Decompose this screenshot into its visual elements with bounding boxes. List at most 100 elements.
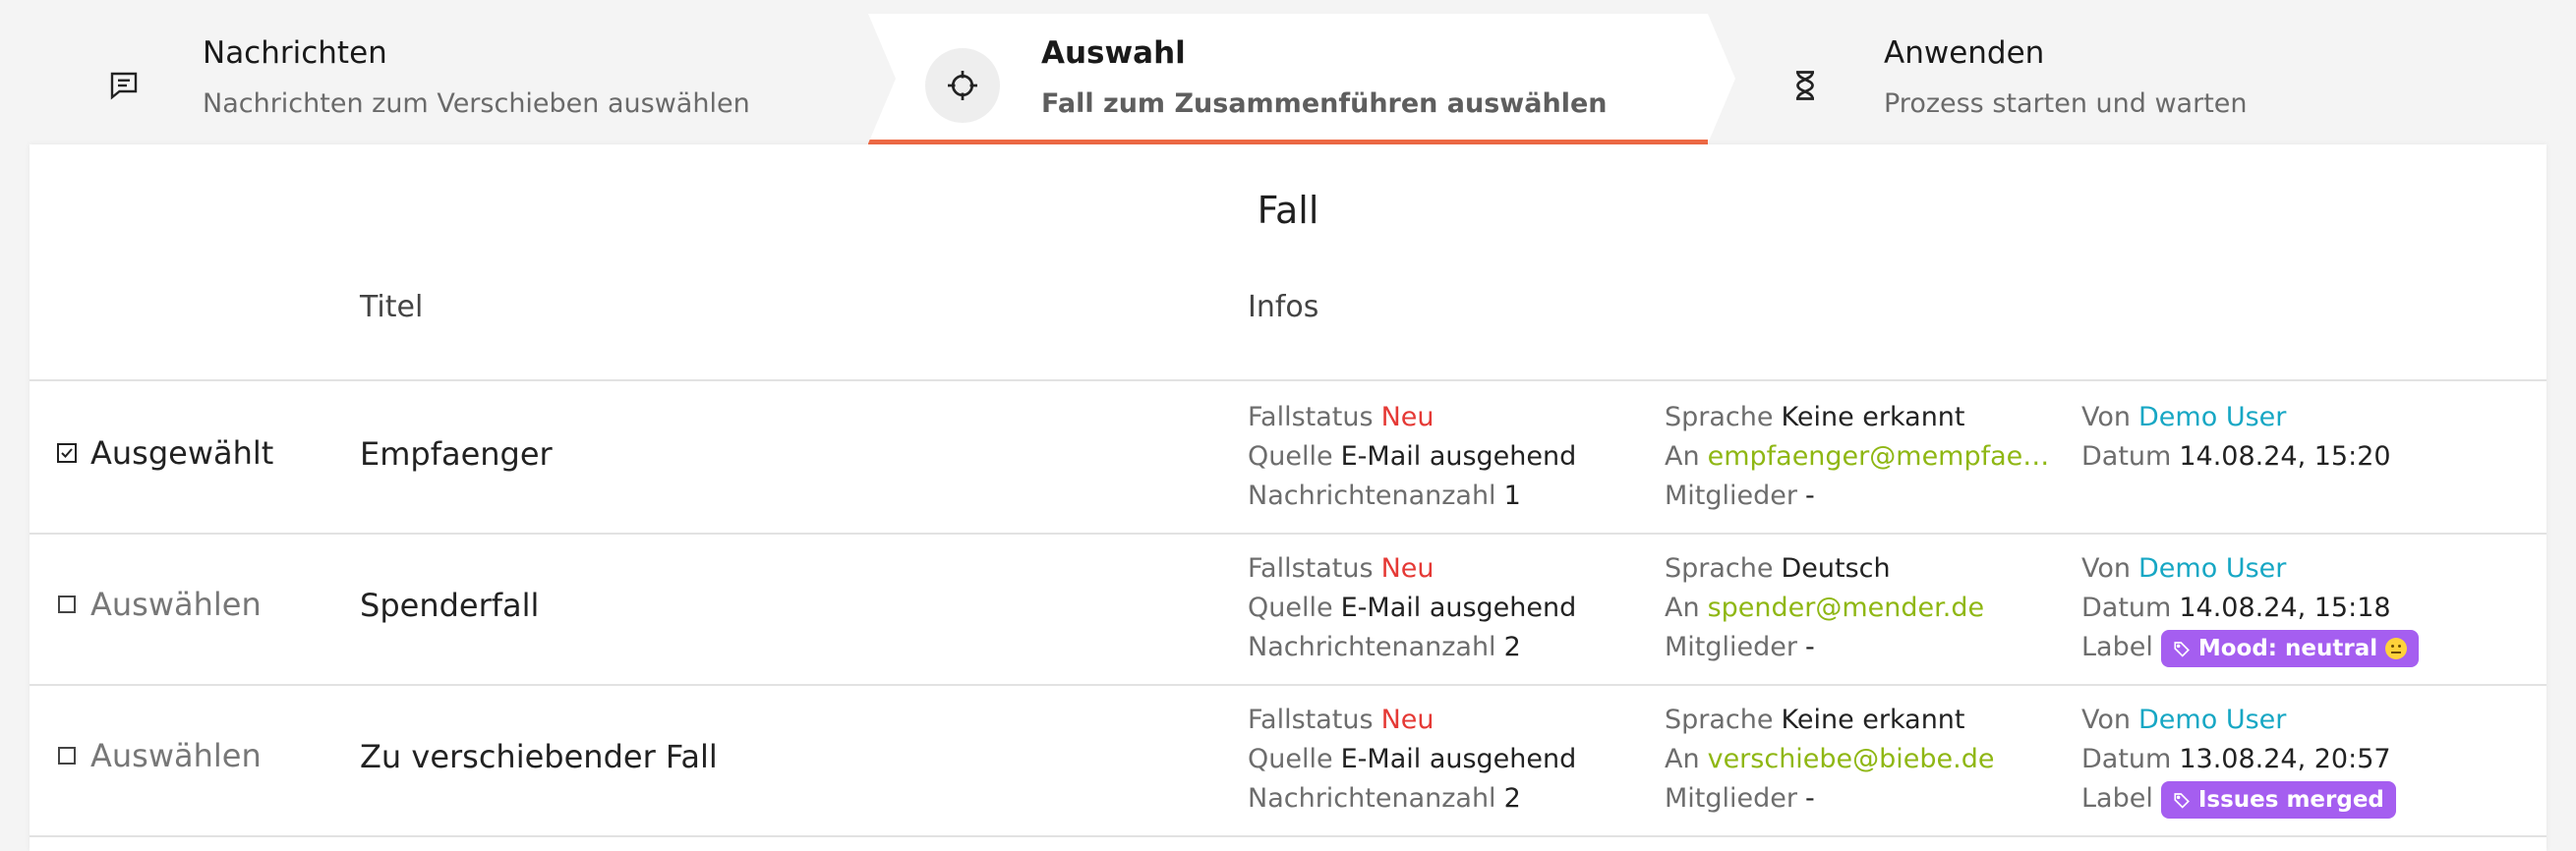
message-count-value: 2 bbox=[1503, 783, 1521, 814]
table-row[interactable]: Auswählen Spenderfall Fallstatus Neu Quel… bbox=[29, 535, 2547, 686]
crosshair-icon bbox=[925, 48, 1000, 123]
info-label: Mitglieder bbox=[1665, 481, 1797, 511]
info-label: Label Issues merged bbox=[2081, 779, 2396, 819]
info-label: Sprache bbox=[1665, 402, 1774, 432]
info-datum: Datum 13.08.24, 20:57 bbox=[2081, 740, 2391, 779]
case-title: Zu verschiebender Fall bbox=[360, 738, 718, 775]
label-badge[interactable]: Mood: neutral bbox=[2160, 629, 2420, 667]
message-count-value: 1 bbox=[1503, 481, 1521, 511]
info-label: Label bbox=[2081, 632, 2153, 662]
select-case-toggle[interactable]: Auswählen bbox=[55, 737, 262, 774]
message-count-value: 2 bbox=[1503, 632, 1521, 662]
date-value: 14.08.24, 15:18 bbox=[2179, 593, 2391, 623]
info-fallstatus: Fallstatus Neu bbox=[1248, 398, 1434, 437]
case-selection-card: Fall Titel Infos Ausgewählt Empfaenger F… bbox=[29, 144, 2547, 851]
info-label: Fallstatus bbox=[1248, 553, 1374, 584]
language-value: Deutsch bbox=[1781, 553, 1891, 584]
info-mitglieder: Mitglieder - bbox=[1665, 477, 1815, 516]
info-label: Von bbox=[2081, 553, 2132, 584]
info-label: Nachrichtenanzahl bbox=[1248, 632, 1496, 662]
badge-text: Mood: neutral bbox=[2197, 635, 2378, 661]
badge-text: Issues merged bbox=[2197, 786, 2384, 813]
case-title: Spenderfall bbox=[360, 587, 540, 624]
recipient-email-link[interactable]: empfaenger@mempfaenger.de bbox=[1708, 437, 2052, 477]
tag-icon bbox=[2174, 641, 2190, 657]
card-title: Fall bbox=[1257, 189, 1319, 232]
table-row[interactable]: Ausgewählt Empfaenger Fallstatus Neu Quel… bbox=[29, 383, 2547, 535]
select-label: Auswählen bbox=[90, 586, 262, 623]
user-link[interactable]: Demo User bbox=[2138, 402, 2286, 432]
hourglass-icon bbox=[1768, 48, 1843, 123]
info-an: An spender@mender.de bbox=[1665, 589, 1984, 628]
step-subtitle: Nachrichten zum Verschieben auswählen bbox=[203, 88, 750, 119]
info-label: Label bbox=[2081, 783, 2153, 814]
table-row[interactable]: Auswählen Zu verschiebender Fall Fallsta… bbox=[29, 686, 2547, 837]
case-title: Empfaenger bbox=[360, 435, 553, 473]
info-label: Nachrichtenanzahl bbox=[1248, 481, 1496, 511]
info-sprache: Sprache Deutsch bbox=[1665, 549, 1891, 589]
info-quelle: Quelle E-Mail ausgehend bbox=[1248, 589, 1576, 628]
language-value: Keine erkannt bbox=[1781, 402, 1965, 432]
select-label: Auswählen bbox=[90, 737, 262, 774]
info-label: Nachrichtenanzahl bbox=[1248, 783, 1496, 814]
info-an: An empfaenger@mempfaenger.de bbox=[1665, 437, 2052, 477]
info-label: An bbox=[1665, 744, 1700, 774]
recipient-email-link[interactable]: verschiebe@biebe.de bbox=[1708, 740, 1995, 779]
info-fallstatus: Fallstatus Neu bbox=[1248, 701, 1434, 740]
status-value: Neu bbox=[1380, 402, 1434, 432]
info-label: An bbox=[1665, 593, 1700, 623]
step-subtitle: Fall zum Zusammenführen auswählen bbox=[1041, 88, 1608, 119]
info-quelle: Quelle E-Mail ausgehend bbox=[1248, 437, 1576, 477]
step-title: Anwenden bbox=[1884, 35, 2045, 71]
info-label: Mitglieder bbox=[1665, 632, 1797, 662]
date-value: 13.08.24, 20:57 bbox=[2179, 744, 2391, 774]
members-value: - bbox=[1805, 783, 1815, 814]
info-von: Von Demo User bbox=[2081, 701, 2286, 740]
info-label: Sprache bbox=[1665, 553, 1774, 584]
step-anwenden[interactable]: Anwenden Prozess starten und warten bbox=[1711, 14, 2556, 144]
step-separator bbox=[1708, 14, 1735, 143]
info-von: Von Demo User bbox=[2081, 398, 2286, 437]
info-label: Quelle bbox=[1248, 593, 1333, 623]
info-nachrichtenanzahl: Nachrichtenanzahl 1 bbox=[1248, 477, 1521, 516]
step-auswahl[interactable]: Auswahl Fall zum Zusammenführen auswähle… bbox=[868, 14, 1708, 144]
source-value: E-Mail ausgehend bbox=[1340, 441, 1577, 472]
table-header bbox=[29, 321, 2547, 381]
step-title: Auswahl bbox=[1041, 35, 1186, 71]
select-case-toggle[interactable]: Auswählen bbox=[55, 586, 262, 623]
source-value: E-Mail ausgehend bbox=[1340, 593, 1577, 623]
user-link[interactable]: Demo User bbox=[2138, 705, 2286, 735]
neutral-face-icon bbox=[2385, 637, 2408, 659]
info-mitglieder: Mitglieder - bbox=[1665, 628, 1815, 667]
date-value: 14.08.24, 15:20 bbox=[2179, 441, 2391, 472]
info-quelle: Quelle E-Mail ausgehend bbox=[1248, 740, 1576, 779]
source-value: E-Mail ausgehend bbox=[1340, 744, 1577, 774]
info-datum: Datum 14.08.24, 15:20 bbox=[2081, 437, 2391, 477]
info-label: Datum bbox=[2081, 593, 2172, 623]
members-value: - bbox=[1805, 632, 1815, 662]
info-label: Fallstatus bbox=[1248, 402, 1374, 432]
info-label: Quelle bbox=[1248, 744, 1333, 774]
info-nachrichtenanzahl: Nachrichtenanzahl 2 bbox=[1248, 779, 1521, 819]
recipient-email-link[interactable]: spender@mender.de bbox=[1708, 589, 1985, 628]
checkbox-checked-icon bbox=[57, 443, 77, 463]
info-label: Von bbox=[2081, 402, 2132, 432]
info-sprache: Sprache Keine erkannt bbox=[1665, 701, 1965, 740]
info-sprache: Sprache Keine erkannt bbox=[1665, 398, 1965, 437]
info-label: Mitglieder bbox=[1665, 783, 1797, 814]
checkbox-empty-icon bbox=[58, 596, 76, 613]
step-nachrichten[interactable]: Nachrichten Nachrichten zum Verschieben … bbox=[29, 14, 865, 144]
label-badge[interactable]: Issues merged bbox=[2160, 780, 2396, 819]
info-label: Fallstatus bbox=[1248, 705, 1374, 735]
info-fallstatus: Fallstatus Neu bbox=[1248, 549, 1434, 589]
step-separator bbox=[868, 14, 896, 143]
info-label: An bbox=[1665, 441, 1700, 472]
info-label: Label Mood: neutral bbox=[2081, 628, 2420, 667]
info-nachrichtenanzahl: Nachrichtenanzahl 2 bbox=[1248, 628, 1521, 667]
step-subtitle: Prozess starten und warten bbox=[1884, 88, 2248, 119]
info-label: Datum bbox=[2081, 744, 2172, 774]
user-link[interactable]: Demo User bbox=[2138, 553, 2286, 584]
select-case-toggle[interactable]: Ausgewählt bbox=[55, 434, 273, 472]
status-value: Neu bbox=[1380, 705, 1434, 735]
info-label: Von bbox=[2081, 705, 2132, 735]
